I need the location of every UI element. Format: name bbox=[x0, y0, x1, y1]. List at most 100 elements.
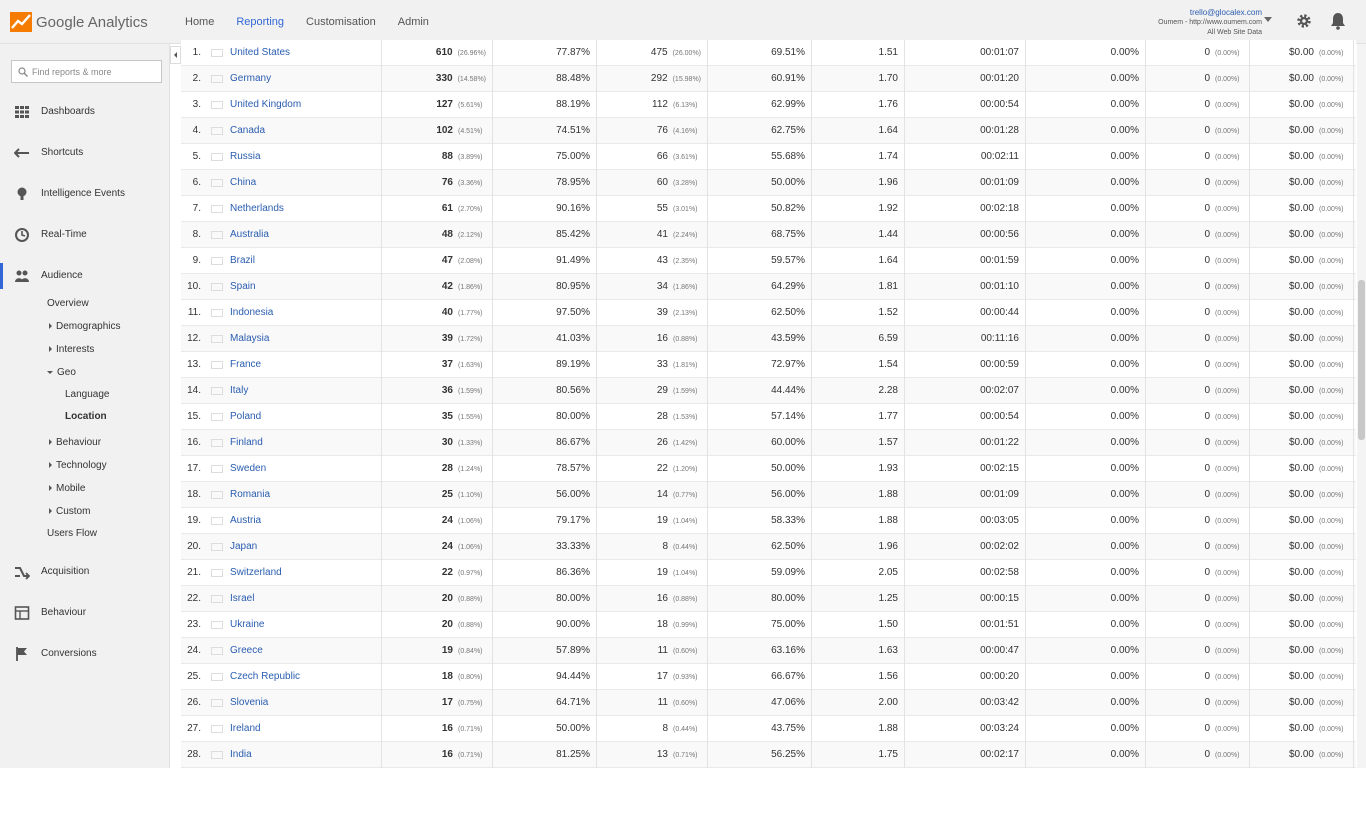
pages-per-session-cell: 1.44 bbox=[812, 222, 905, 248]
sidebar-sub-geo[interactable]: Geo bbox=[47, 365, 76, 381]
sidebar-item-intelligence-events[interactable]: Intelligence Events bbox=[0, 181, 170, 207]
country-link[interactable]: Sweden bbox=[230, 456, 266, 482]
new-users-cell: 66 (3.61%) bbox=[597, 144, 708, 170]
search-input[interactable] bbox=[32, 64, 158, 80]
country-link[interactable]: China bbox=[230, 170, 256, 196]
si-flag-icon bbox=[211, 699, 223, 707]
collapse-sidebar-button[interactable] bbox=[170, 46, 181, 64]
goal-value-cell: $0.00 (0.00%) bbox=[1250, 482, 1354, 508]
nav-tab-customisation[interactable]: Customisation bbox=[306, 0, 376, 44]
sessions-cell: 88 (3.89%) bbox=[382, 144, 493, 170]
new-users-cell: 55 (3.01%) bbox=[597, 196, 708, 222]
dashboards-icon bbox=[15, 106, 29, 118]
country-link[interactable]: Austria bbox=[230, 508, 261, 534]
us-flag-icon bbox=[211, 49, 223, 57]
caret-right-icon bbox=[49, 462, 52, 469]
scrollbar-thumb[interactable] bbox=[1358, 280, 1365, 440]
bounce-rate-cell: 56.25% bbox=[708, 742, 812, 768]
country-link[interactable]: Greece bbox=[230, 638, 263, 664]
google-analytics-logo[interactable]: Google Analytics bbox=[10, 10, 148, 34]
conversion-rate-cell: 0.00% bbox=[1026, 742, 1146, 768]
country-link[interactable]: Finland bbox=[230, 430, 263, 456]
country-link[interactable]: United States bbox=[230, 40, 290, 66]
country-cell: France bbox=[209, 352, 382, 378]
goal-value-cell: $0.00 (0.00%) bbox=[1250, 560, 1354, 586]
country-link[interactable]: Switzerland bbox=[230, 560, 282, 586]
sidebar-sub-users-flow[interactable]: Users Flow bbox=[47, 526, 97, 542]
country-link[interactable]: Ireland bbox=[230, 716, 261, 742]
new-users-cell: 17 (0.93%) bbox=[597, 664, 708, 690]
sidebar-sub-demographics[interactable]: Demographics bbox=[49, 319, 120, 335]
country-link[interactable]: Australia bbox=[230, 222, 269, 248]
bounce-rate-cell: 64.29% bbox=[708, 274, 812, 300]
country-cell: Finland bbox=[209, 430, 382, 456]
country-link[interactable]: Canada bbox=[230, 118, 265, 144]
country-link[interactable]: Czech Republic bbox=[230, 664, 300, 690]
it-flag-icon bbox=[211, 387, 223, 395]
country-link[interactable]: Japan bbox=[230, 534, 257, 560]
new-users-cell: 60 (3.28%) bbox=[597, 170, 708, 196]
conversion-rate-cell: 0.00% bbox=[1026, 586, 1146, 612]
country-link[interactable]: France bbox=[230, 352, 261, 378]
country-link[interactable]: Slovenia bbox=[230, 690, 268, 716]
sidebar-item-conversions[interactable]: Conversions bbox=[0, 641, 170, 667]
nav-tab-home[interactable]: Home bbox=[185, 0, 214, 44]
nav-tab-reporting[interactable]: Reporting bbox=[236, 0, 285, 44]
country-cell: Poland bbox=[209, 404, 382, 430]
sidebar-item-real-time[interactable]: Real-Time bbox=[0, 222, 170, 248]
clock-icon bbox=[15, 228, 29, 242]
country-link[interactable]: Israel bbox=[230, 586, 254, 612]
sidebar-sub-interests[interactable]: Interests bbox=[49, 342, 94, 358]
country-link[interactable]: Germany bbox=[230, 66, 271, 92]
country-link[interactable]: Italy bbox=[230, 378, 248, 404]
goal-completions-cell: 0 (0.00%) bbox=[1146, 404, 1250, 430]
goal-value-cell: $0.00 (0.00%) bbox=[1250, 300, 1354, 326]
nav-tab-admin[interactable]: Admin bbox=[398, 0, 429, 44]
new-users-cell: 11 (0.60%) bbox=[597, 638, 708, 664]
sidebar-sub-language[interactable]: Language bbox=[65, 387, 110, 403]
search-box[interactable] bbox=[11, 60, 162, 83]
row-index: 7. bbox=[192, 203, 201, 214]
sessions-cell: 47 (2.08%) bbox=[382, 248, 493, 274]
bounce-rate-cell: 63.16% bbox=[708, 638, 812, 664]
sidebar-sub-location[interactable]: Location bbox=[65, 409, 107, 425]
goal-completions-cell: 0 (0.00%) bbox=[1146, 378, 1250, 404]
sidebar-item-dashboards[interactable]: Dashboards bbox=[0, 99, 170, 125]
country-link[interactable]: Romania bbox=[230, 482, 270, 508]
sidebar-item-audience[interactable]: Audience bbox=[0, 263, 170, 289]
sidebar-sub-technology[interactable]: Technology bbox=[49, 458, 107, 474]
new-users-cell: 76 (4.16%) bbox=[597, 118, 708, 144]
sidebar-sub-behaviour[interactable]: Behaviour bbox=[49, 435, 101, 451]
sidebar-item-shortcuts[interactable]: Shortcuts bbox=[0, 140, 170, 166]
vertical-scrollbar[interactable] bbox=[1357, 44, 1366, 768]
new-users-cell: 11 (0.60%) bbox=[597, 690, 708, 716]
new-users-cell: 8 (0.44%) bbox=[597, 534, 708, 560]
new-sessions-cell: 80.00% bbox=[493, 586, 597, 612]
gear-icon[interactable] bbox=[1296, 13, 1312, 29]
account-selector[interactable]: trello@glocalex.com Oumem - http://www.o… bbox=[1158, 8, 1262, 38]
sessions-cell: 22 (0.97%) bbox=[382, 560, 493, 586]
country-link[interactable]: Poland bbox=[230, 404, 261, 430]
country-link[interactable]: United Kingdom bbox=[230, 92, 301, 118]
bell-icon[interactable] bbox=[1330, 12, 1346, 30]
country-link[interactable]: Indonesia bbox=[230, 300, 273, 326]
sessions-cell: 76 (3.36%) bbox=[382, 170, 493, 196]
table-row: 11. Indonesia 40 (1.77%) 97.50% 39 (2.13%) 62.5… bbox=[181, 300, 1356, 326]
sidebar-item-acquisition[interactable]: Acquisition bbox=[0, 559, 170, 585]
sidebar-sub-overview[interactable]: Overview bbox=[47, 296, 89, 312]
country-link[interactable]: Netherlands bbox=[230, 196, 284, 222]
country-cell: Russia bbox=[209, 144, 382, 170]
country-link[interactable]: Brazil bbox=[230, 248, 255, 274]
country-link[interactable]: Russia bbox=[230, 144, 261, 170]
goal-completions-cell: 0 (0.00%) bbox=[1146, 690, 1250, 716]
country-link[interactable]: Ukraine bbox=[230, 612, 264, 638]
sidebar-item-behaviour[interactable]: Behaviour bbox=[0, 600, 170, 626]
chevron-down-icon[interactable] bbox=[1264, 17, 1272, 22]
country-link[interactable]: India bbox=[230, 742, 252, 768]
country-link[interactable]: Malaysia bbox=[230, 326, 269, 352]
sidebar-sub-mobile[interactable]: Mobile bbox=[49, 481, 85, 497]
sidebar-sub-custom[interactable]: Custom bbox=[49, 504, 90, 520]
country-link[interactable]: Spain bbox=[230, 274, 256, 300]
table-row: 8. Australia 48 (2.12%) 85.42% 41 (2.24%) 68.75… bbox=[181, 222, 1356, 248]
avg-session-duration-cell: 00:03:24 bbox=[905, 716, 1026, 742]
